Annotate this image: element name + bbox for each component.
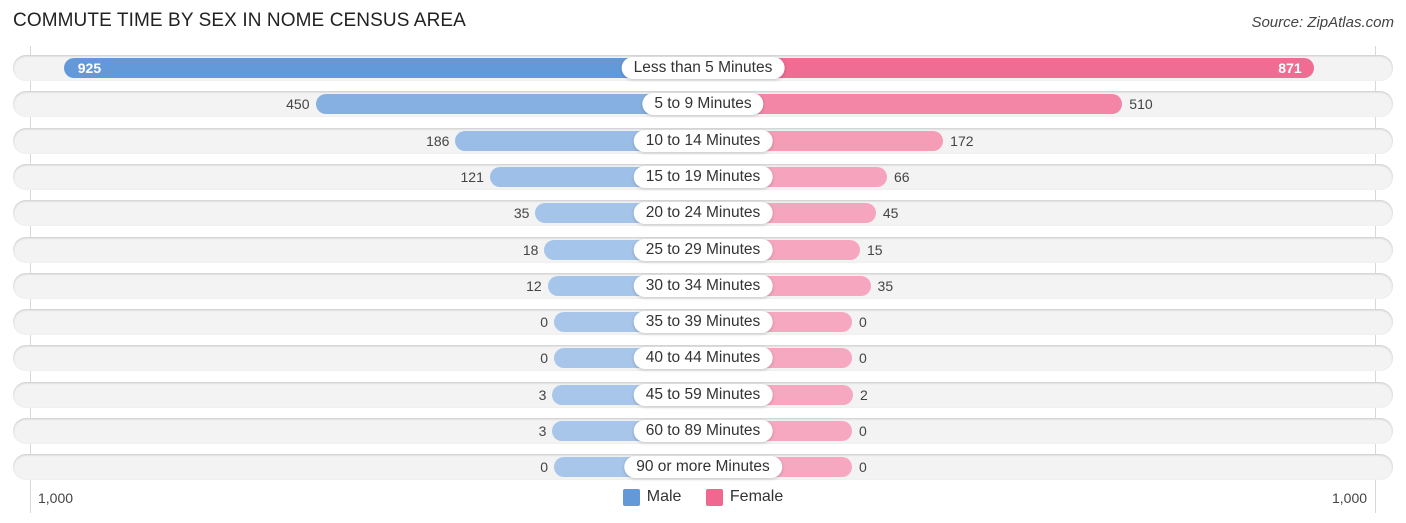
value-label-male: 35 [513, 205, 530, 222]
value-label-female: 0 [859, 459, 867, 476]
category-label: 15 to 19 Minutes [633, 165, 773, 188]
category-label: 5 to 9 Minutes [642, 93, 764, 116]
category-label: 45 to 59 Minutes [633, 383, 773, 406]
category-label: Less than 5 Minutes [621, 57, 785, 79]
value-label-female: 66 [893, 168, 910, 185]
value-label-female: 45 [882, 205, 899, 222]
category-label: 60 to 89 Minutes [633, 420, 773, 442]
value-label-male: 0 [540, 350, 548, 367]
legend-item-female[interactable]: Female [705, 488, 784, 506]
legend-item-male[interactable]: Male [622, 488, 682, 506]
value-label-female: 15 [866, 241, 883, 258]
value-label-male: 18 [522, 241, 539, 258]
category-label: 25 to 29 Minutes [633, 238, 773, 261]
category-label: 20 to 24 Minutes [633, 202, 773, 225]
source-label: Source: ZipAtlas.com [1251, 14, 1394, 31]
legend-swatch-male [622, 488, 640, 506]
value-label-male: 925 [77, 60, 102, 76]
legend-label-male: Male [646, 488, 682, 505]
value-label-male: 186 [426, 132, 450, 149]
value-label-male: 121 [460, 168, 484, 185]
bar-male[interactable] [63, 58, 703, 78]
value-label-male: 0 [540, 314, 548, 331]
value-label-male: 3 [538, 386, 547, 403]
category-label: 30 to 34 Minutes [633, 274, 773, 297]
value-label-female: 871 [1278, 60, 1302, 76]
bar-female[interactable] [703, 94, 1123, 115]
value-label-female: 35 [877, 277, 894, 294]
legend-swatch-female [705, 488, 723, 506]
category-label: 90 or more Minutes [624, 456, 782, 479]
value-label-female: 0 [859, 314, 867, 331]
category-label: 10 to 14 Minutes [633, 129, 773, 152]
category-label: 40 to 44 Minutes [633, 347, 773, 370]
value-label-female: 172 [950, 132, 974, 149]
bar-female[interactable] [703, 58, 1314, 78]
value-label-female: 0 [859, 350, 867, 367]
legend-label-female: Female [729, 488, 784, 505]
value-label-female: 0 [859, 423, 867, 439]
value-label-male: 450 [286, 96, 310, 113]
chart-title: COMMUTE TIME BY SEX IN NOME CENSUS AREA [13, 10, 466, 31]
value-label-male: 12 [526, 277, 542, 294]
category-label: 35 to 39 Minutes [633, 311, 773, 334]
value-label-male: 0 [540, 459, 548, 476]
value-label-female: 510 [1129, 96, 1153, 113]
value-label-female: 2 [860, 386, 868, 403]
value-label-male: 3 [538, 423, 547, 439]
legend: Male Female [0, 488, 1406, 511]
